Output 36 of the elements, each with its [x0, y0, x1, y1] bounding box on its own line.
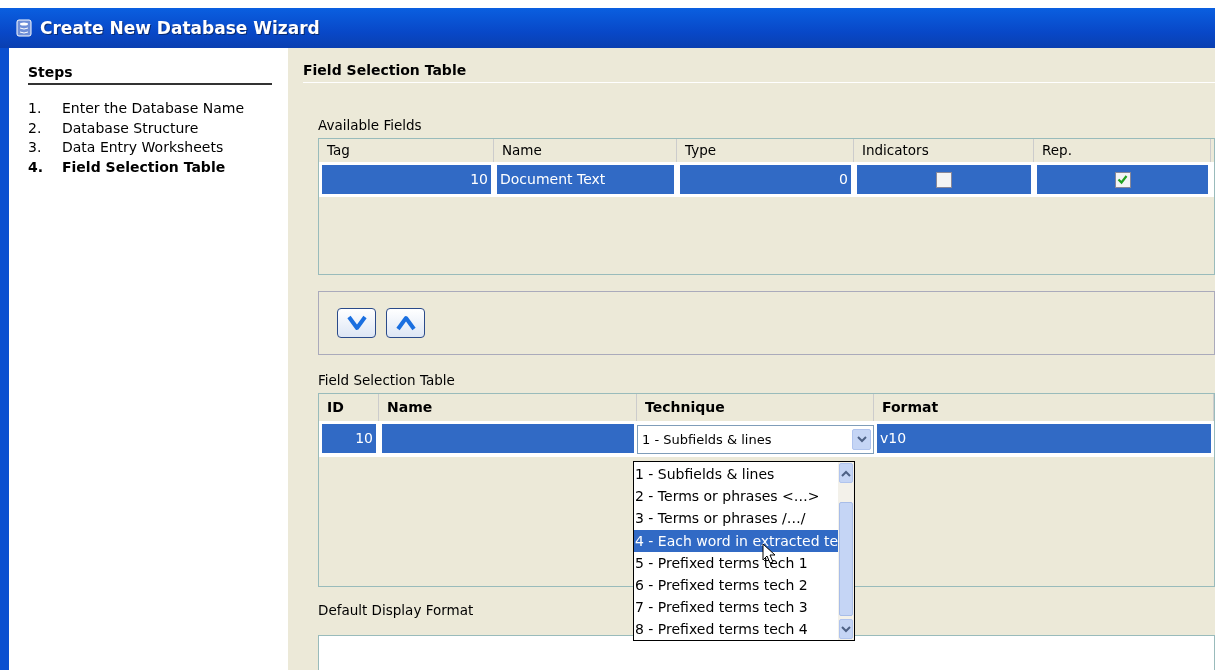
table-cell: Document Text	[497, 165, 674, 194]
dropdown-option[interactable]: 6 - Prefixed terms tech 2	[634, 573, 839, 597]
dropdown-option[interactable]: 3 - Terms or phrases /…/	[634, 507, 839, 530]
dropdown-option[interactable]: 2 - Terms or phrases <…>	[634, 485, 839, 508]
checkbox[interactable]	[1114, 171, 1131, 188]
chevron-down-icon	[856, 436, 867, 443]
table-cell: v10	[877, 424, 1211, 453]
move-up-button[interactable]	[386, 308, 425, 338]
dropdown-option[interactable]: 4 - Each word in extracted te	[634, 529, 839, 552]
chevron-up-icon	[841, 469, 852, 477]
display-format-field[interactable]	[318, 635, 1215, 670]
dropdown-option[interactable]: 5 - Prefixed terms tech 1	[634, 551, 839, 574]
section-label: Field Selection Table	[318, 372, 455, 388]
step-item: 3. Data Entry Worksheets	[28, 138, 225, 157]
database-icon	[16, 19, 32, 37]
chevron-down-icon	[345, 314, 368, 332]
step-item: 2. Database Structure	[28, 118, 200, 138]
dropdown-option[interactable]: 7 - Prefixed terms tech 3	[634, 596, 839, 619]
step-item: 1. Enter the Database Name	[28, 99, 245, 118]
section-label: Available Fields	[318, 117, 422, 133]
steps-heading: Steps	[28, 64, 272, 85]
section-label: Default Display Format	[318, 602, 474, 618]
window-title: Create New Database Wizard	[40, 18, 320, 38]
table-cell: 10	[322, 424, 376, 453]
chevron-up-icon	[394, 314, 417, 332]
dropdown-option[interactable]: 8 - Prefixed terms tech 4	[634, 618, 839, 641]
step-item: 4. Field Selection Table	[28, 157, 227, 177]
checkbox[interactable]	[936, 171, 952, 188]
table-cell: 10	[322, 165, 491, 194]
scrollbar[interactable]	[838, 462, 854, 640]
technique-dropdown[interactable]: 1 - Subfields & lines	[637, 425, 874, 454]
table-cell: 0	[680, 165, 851, 194]
dropdown-option[interactable]: 1 - Subfields & lines	[634, 463, 839, 486]
chevron-down-icon	[841, 625, 852, 633]
page-heading: Field Selection Table	[303, 62, 1215, 83]
move-down-button[interactable]	[337, 308, 376, 338]
